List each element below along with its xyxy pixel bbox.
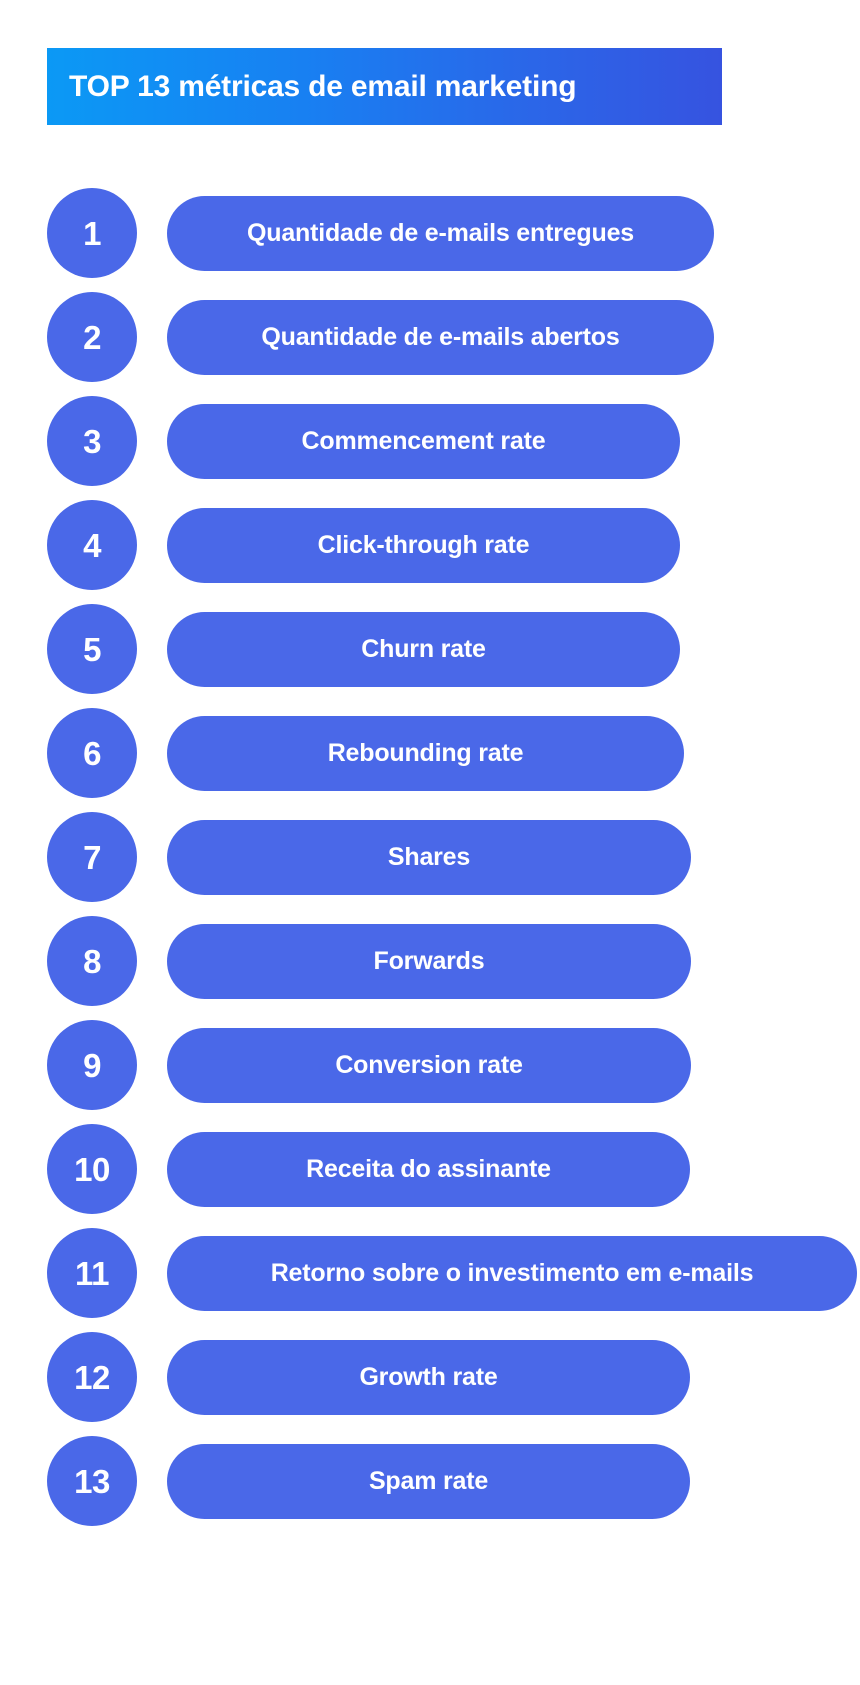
metric-pill[interactable]: Growth rate (167, 1340, 690, 1415)
metric-label: Quantidade de e-mails abertos (261, 323, 620, 351)
metric-number-label: 1 (83, 214, 101, 252)
metric-pill[interactable]: Quantidade de e-mails entregues (167, 196, 714, 271)
metric-pill[interactable]: Quantidade de e-mails abertos (167, 300, 714, 375)
metric-row: 5 Churn rate (0, 604, 860, 694)
metric-label: Receita do assinante (306, 1155, 551, 1183)
metric-pill[interactable]: Click-through rate (167, 508, 680, 583)
metric-number-badge: 12 (47, 1332, 137, 1422)
metric-label: Conversion rate (335, 1051, 523, 1079)
metric-label: Churn rate (361, 635, 486, 663)
metric-row: 3 Commencement rate (0, 396, 860, 486)
metric-pill[interactable]: Forwards (167, 924, 691, 999)
metric-label: Commencement rate (301, 427, 546, 455)
metric-number-badge: 8 (47, 916, 137, 1006)
metric-label: Forwards (373, 947, 485, 975)
metric-pill[interactable]: Commencement rate (167, 404, 680, 479)
metric-row: 10 Receita do assinante (0, 1124, 860, 1214)
metric-number-badge: 5 (47, 604, 137, 694)
metric-number-label: 5 (83, 630, 101, 668)
metric-number-label: 9 (83, 1046, 101, 1084)
metric-number-label: 13 (74, 1462, 110, 1500)
metric-pill[interactable]: Retorno sobre o investimento em e-mails (167, 1236, 857, 1311)
metric-pill[interactable]: Conversion rate (167, 1028, 691, 1103)
page-title: TOP 13 métricas de email marketing (69, 69, 577, 103)
metric-pill[interactable]: Churn rate (167, 612, 680, 687)
header-banner: TOP 13 métricas de email marketing (47, 48, 722, 125)
metric-number-badge: 13 (47, 1436, 137, 1526)
metric-number-label: 7 (83, 838, 101, 876)
metric-pill[interactable]: Shares (167, 820, 691, 895)
metric-row: 12 Growth rate (0, 1332, 860, 1422)
infographic-canvas: TOP 13 métricas de email marketing 1 Quan… (0, 0, 860, 1685)
metric-row: 7 Shares (0, 812, 860, 902)
metric-number-badge: 4 (47, 500, 137, 590)
metric-row: 6 Rebounding rate (0, 708, 860, 798)
metric-row: 9 Conversion rate (0, 1020, 860, 1110)
metric-row: 2 Quantidade de e-mails abertos (0, 292, 860, 382)
metric-number-badge: 7 (47, 812, 137, 902)
metric-pill[interactable]: Rebounding rate (167, 716, 684, 791)
metrics-list: 1 Quantidade de e-mails entregues 2 Quantid… (0, 188, 860, 1540)
metric-number-badge: 6 (47, 708, 137, 798)
metric-number-badge: 1 (47, 188, 137, 278)
metric-number-label: 10 (74, 1150, 110, 1188)
metric-number-badge: 2 (47, 292, 137, 382)
metric-label: Growth rate (359, 1363, 498, 1391)
metric-number-badge: 3 (47, 396, 137, 486)
metric-number-label: 2 (83, 318, 101, 356)
metric-number-label: 4 (83, 526, 101, 564)
metric-row: 11 Retorno sobre o investimento em e-mail… (0, 1228, 860, 1318)
metric-number-badge: 10 (47, 1124, 137, 1214)
metric-label: Click-through rate (317, 531, 530, 559)
metric-row: 1 Quantidade de e-mails entregues (0, 188, 860, 278)
metric-number-badge: 9 (47, 1020, 137, 1110)
metric-row: 8 Forwards (0, 916, 860, 1006)
metric-number-label: 3 (83, 422, 101, 460)
metric-number-label: 6 (83, 734, 101, 772)
metric-row: 13 Spam rate (0, 1436, 860, 1526)
metric-label: Retorno sobre o investimento em e-mails (270, 1259, 754, 1287)
metric-label: Shares (387, 843, 471, 871)
metric-label: Spam rate (368, 1467, 489, 1495)
metric-label: Quantidade de e-mails entregues (247, 219, 634, 247)
metric-number-label: 12 (74, 1358, 110, 1396)
metric-pill[interactable]: Spam rate (167, 1444, 690, 1519)
metric-pill[interactable]: Receita do assinante (167, 1132, 690, 1207)
metric-row: 4 Click-through rate (0, 500, 860, 590)
metric-number-label: 11 (75, 1254, 109, 1292)
metric-number-label: 8 (83, 942, 101, 980)
metric-label: Rebounding rate (327, 739, 524, 767)
metric-number-badge: 11 (47, 1228, 137, 1318)
